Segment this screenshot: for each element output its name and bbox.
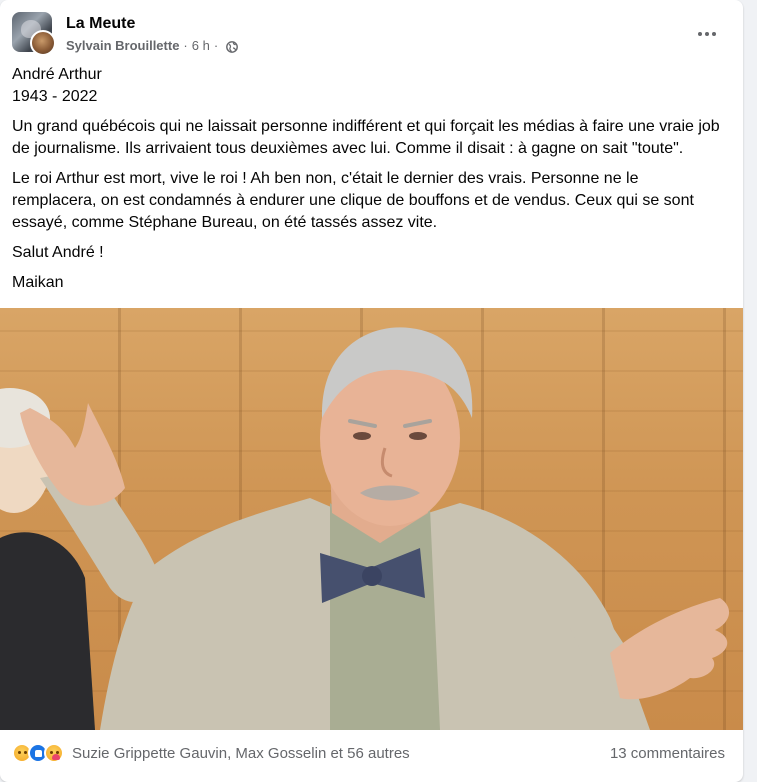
post-footer: Suzie Grippette Gauvin, Max Gosselin et … — [12, 738, 725, 768]
post-text-line: 1943 - 2022 — [12, 88, 98, 105]
photo-illustration — [0, 327, 730, 730]
right-hand — [610, 598, 730, 700]
post-card: La Meute Sylvain Brouillette · 6 h · And… — [0, 0, 743, 782]
reactors-link[interactable]: Suzie Grippette Gauvin, Max Gosselin et … — [72, 745, 410, 762]
separator-dot: · — [183, 38, 188, 53]
post-paragraph: Salut André ! — [12, 244, 104, 261]
post-body: André Arthur 1943 - 2022 Un grand québéc… — [12, 64, 725, 294]
post-text-line: André Arthur — [12, 66, 102, 83]
avatar-group[interactable] — [12, 12, 56, 56]
post-paragraph: Un grand québécois qui ne laissait perso… — [12, 118, 720, 157]
comments-count-link[interactable]: 13 commentaires — [610, 745, 725, 762]
globe-icon[interactable] — [226, 40, 239, 53]
post-paragraph: Maikan — [12, 274, 64, 291]
care-reaction-icon[interactable] — [44, 743, 64, 763]
separator-dot: · — [213, 38, 219, 53]
post-paragraph: Le roi Arthur est mort, vive le roi ! Ah… — [12, 170, 694, 231]
post-time-link[interactable]: 6 h — [192, 37, 210, 54]
post-header: La Meute Sylvain Brouillette · 6 h · — [12, 12, 731, 56]
post-photo[interactable] — [0, 308, 743, 730]
author-avatar[interactable] — [30, 30, 56, 56]
post-meta: La Meute Sylvain Brouillette · 6 h · — [66, 14, 239, 54]
author-name-link[interactable]: Sylvain Brouillette — [66, 37, 179, 54]
reaction-icons[interactable] — [12, 743, 64, 763]
post-subline: Sylvain Brouillette · 6 h · — [66, 37, 239, 54]
more-options-icon[interactable] — [689, 20, 725, 48]
group-name-link[interactable]: La Meute — [66, 14, 238, 34]
bg-person-body — [0, 532, 95, 730]
